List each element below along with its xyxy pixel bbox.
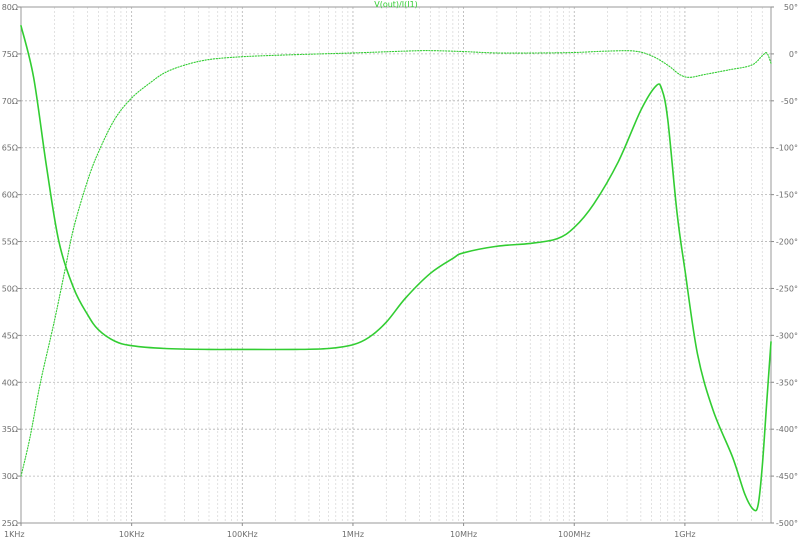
x-tick-label: 100MHz xyxy=(558,530,590,539)
x-tick-label: 1MHz xyxy=(342,530,364,539)
y-right-tick-label: -400° xyxy=(776,425,798,434)
y-right-tick-label: -250° xyxy=(776,284,798,293)
y-left-tick-label: 35Ω xyxy=(2,425,18,434)
y-right-tick-label: -50° xyxy=(781,97,798,106)
y-right-tick-label: 50° xyxy=(784,3,798,12)
y-right-tick-label: 0° xyxy=(789,50,798,59)
y-left-tick-label: 25Ω xyxy=(2,519,18,528)
x-tick-label: 10MHz xyxy=(450,530,477,539)
y-left-tick-label: 70Ω xyxy=(2,97,18,106)
minor-grid xyxy=(54,7,772,523)
y-right-tick-label: -500° xyxy=(776,519,798,528)
y-left-tick-label: 30Ω xyxy=(2,472,18,481)
left-axis-labels: 80Ω 75Ω 70Ω 65Ω 60Ω 55Ω 50Ω 45Ω 40Ω 35Ω 30Ω 25Ω xyxy=(2,3,21,528)
x-tick-label: 100KHz xyxy=(227,530,258,539)
y-right-tick-label: -150° xyxy=(776,191,798,200)
x-tick-label: 10KHz xyxy=(119,530,145,539)
y-left-tick-label: 75Ω xyxy=(2,50,18,59)
y-right-tick-label: -300° xyxy=(776,331,798,340)
y-left-tick-label: 55Ω xyxy=(2,238,18,247)
y-left-tick-label: 80Ω xyxy=(2,3,18,12)
y-right-tick-label: -450° xyxy=(776,472,798,481)
y-right-tick-label: -100° xyxy=(776,144,798,153)
x-tick-label: 1GHz xyxy=(674,530,696,539)
x-axis-labels: 1KHz 10KHz 100KHz 1MHz 10MHz 100MHz 1GHz xyxy=(4,523,696,539)
series-layer xyxy=(20,24,772,512)
y-left-tick-label: 45Ω xyxy=(2,331,18,340)
y-left-tick-label: 50Ω xyxy=(2,284,18,293)
chart-title: V(out)/I(I1) xyxy=(374,0,418,9)
y-left-tick-label: 40Ω xyxy=(2,378,18,387)
y-right-tick-label: -350° xyxy=(776,378,798,387)
y-left-tick-label: 60Ω xyxy=(2,191,18,200)
bode-plot: V(out)/I(I1) 80Ω 75Ω 70Ω 65Ω 60Ω 55Ω 50Ω 45Ω 40Ω… xyxy=(2,0,798,539)
right-axis-labels: 50° 0° -50° -100° -150° -200° -250° -300° -350° -… xyxy=(771,3,798,528)
y-left-tick-label: 65Ω xyxy=(2,144,18,153)
x-tick-label: 1KHz xyxy=(4,530,25,539)
phase-trace xyxy=(20,50,772,477)
magnitude-trace xyxy=(20,24,772,512)
y-right-tick-label: -200° xyxy=(776,238,798,247)
